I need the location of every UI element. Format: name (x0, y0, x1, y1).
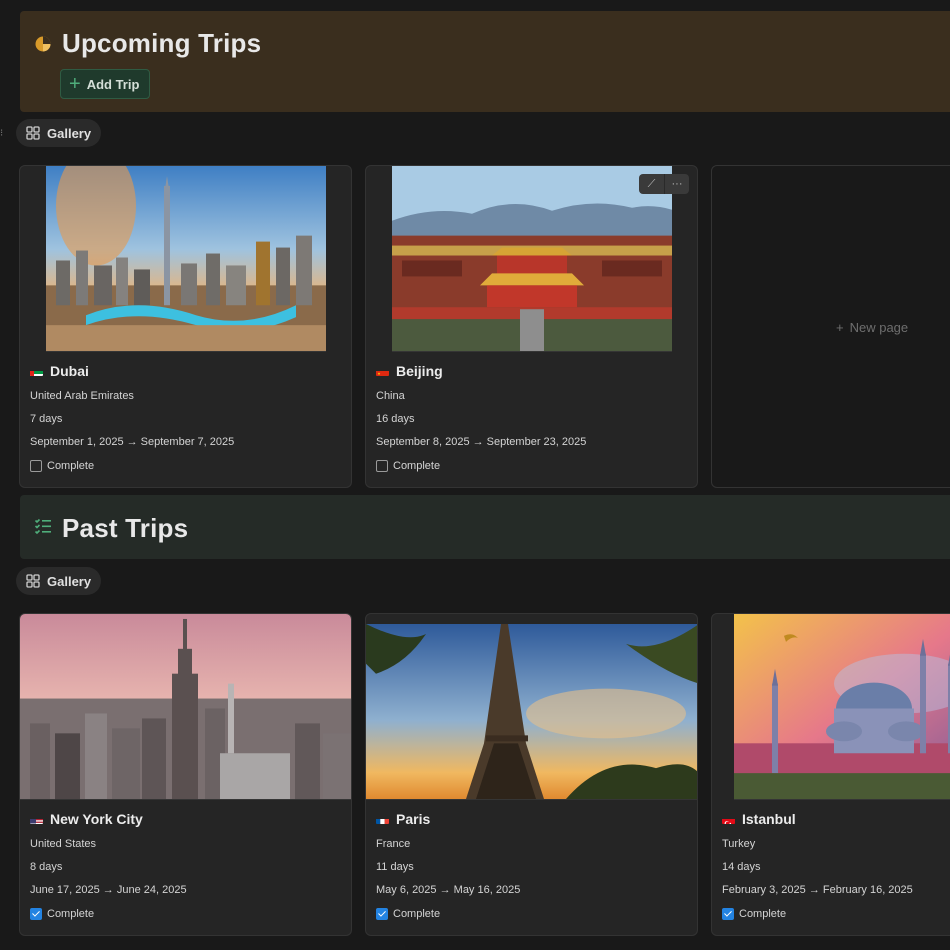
trip-title: Beijing (396, 363, 443, 379)
drag-handle-icon[interactable]: ⁝ (0, 128, 3, 139)
trip-cover-image (392, 166, 672, 352)
uae-flag-icon (30, 367, 43, 376)
gallery-grid-icon (26, 126, 40, 140)
more-options-icon[interactable]: ··· (664, 174, 689, 194)
trip-cover-image (366, 624, 697, 800)
turkey-flag-icon (722, 815, 735, 824)
gallery-tab-label: Gallery (47, 125, 92, 141)
plus-icon: + (69, 73, 81, 95)
trip-duration: 16 days (376, 413, 415, 425)
china-flag-icon (376, 367, 389, 376)
plus-icon: + (836, 320, 844, 335)
trip-card-new-york-city[interactable]: New York City United States 8 days June … (19, 613, 352, 936)
gallery-tab-label: Gallery (47, 573, 92, 589)
trip-card-dubai[interactable]: Dubai United Arab Emirates 7 days Septem… (19, 165, 352, 488)
trip-dates: September 1, 2025 → September 7, 2025 (30, 436, 235, 448)
upcoming-trips-title: Upcoming Trips (62, 28, 262, 58)
new-page-label: New page (849, 320, 909, 335)
past-trips-title: Past Trips (62, 513, 189, 543)
pie-chart-icon (35, 36, 51, 52)
complete-label: Complete (47, 459, 95, 472)
add-trip-label: Add Trip (86, 76, 140, 92)
trip-duration: 8 days (30, 861, 63, 873)
complete-checkbox[interactable] (30, 459, 42, 472)
trip-duration: 14 days (722, 861, 761, 873)
trip-country: China (376, 390, 405, 402)
trip-card-beijing[interactable]: ⟋ ··· Beijing China 16 days September 8,… (365, 165, 698, 488)
trip-card-istanbul[interactable]: Istanbul Turkey 14 days February 3, 2025… (711, 613, 950, 936)
trip-country: France (376, 838, 411, 850)
trip-cover-image (46, 166, 326, 352)
trip-duration: 7 days (30, 413, 63, 425)
trip-country: United States (30, 838, 97, 850)
new-page-card[interactable]: + New page (711, 165, 950, 488)
trip-duration: 11 days (376, 861, 414, 873)
complete-checkbox[interactable] (376, 459, 388, 472)
gallery-grid-icon (26, 574, 40, 588)
trip-title: Istanbul (742, 811, 796, 827)
trip-dates: June 17, 2025 → June 24, 2025 (30, 884, 187, 896)
trip-dates: February 3, 2025 → February 16, 2025 (722, 884, 913, 896)
trip-title: Paris (396, 811, 431, 827)
complete-label: Complete (739, 907, 787, 920)
gallery-view-tab-past[interactable]: Gallery (16, 567, 102, 595)
trip-title: Dubai (50, 363, 89, 379)
complete-checkbox[interactable] (376, 907, 388, 920)
checklist-icon (34, 518, 51, 535)
gallery-view-tab-upcoming[interactable]: Gallery (16, 119, 102, 147)
trip-country: Turkey (722, 838, 756, 850)
complete-label: Complete (393, 459, 441, 472)
trip-cover-image (734, 614, 950, 800)
france-flag-icon (376, 815, 389, 824)
past-trips-header: Past Trips (20, 495, 950, 559)
trip-cover-image (20, 614, 351, 800)
complete-checkbox[interactable] (722, 907, 734, 920)
edit-icon[interactable]: ⟋ (639, 174, 664, 194)
complete-label: Complete (393, 907, 441, 920)
usa-flag-icon (30, 815, 43, 824)
trip-card-paris[interactable]: Paris France 11 days May 6, 2025 → May 1… (365, 613, 698, 936)
complete-checkbox[interactable] (30, 907, 42, 920)
trip-country: United Arab Emirates (30, 390, 134, 402)
upcoming-trips-header: Upcoming Trips + Add Trip (20, 11, 950, 112)
trip-dates: September 8, 2025 → September 23, 2025 (376, 436, 587, 448)
complete-label: Complete (47, 907, 95, 920)
trip-title: New York City (50, 811, 143, 827)
trip-dates: May 6, 2025 → May 16, 2025 (376, 884, 521, 896)
card-actions: ⟋ ··· (639, 174, 689, 194)
add-trip-button[interactable]: + Add Trip (60, 69, 151, 99)
